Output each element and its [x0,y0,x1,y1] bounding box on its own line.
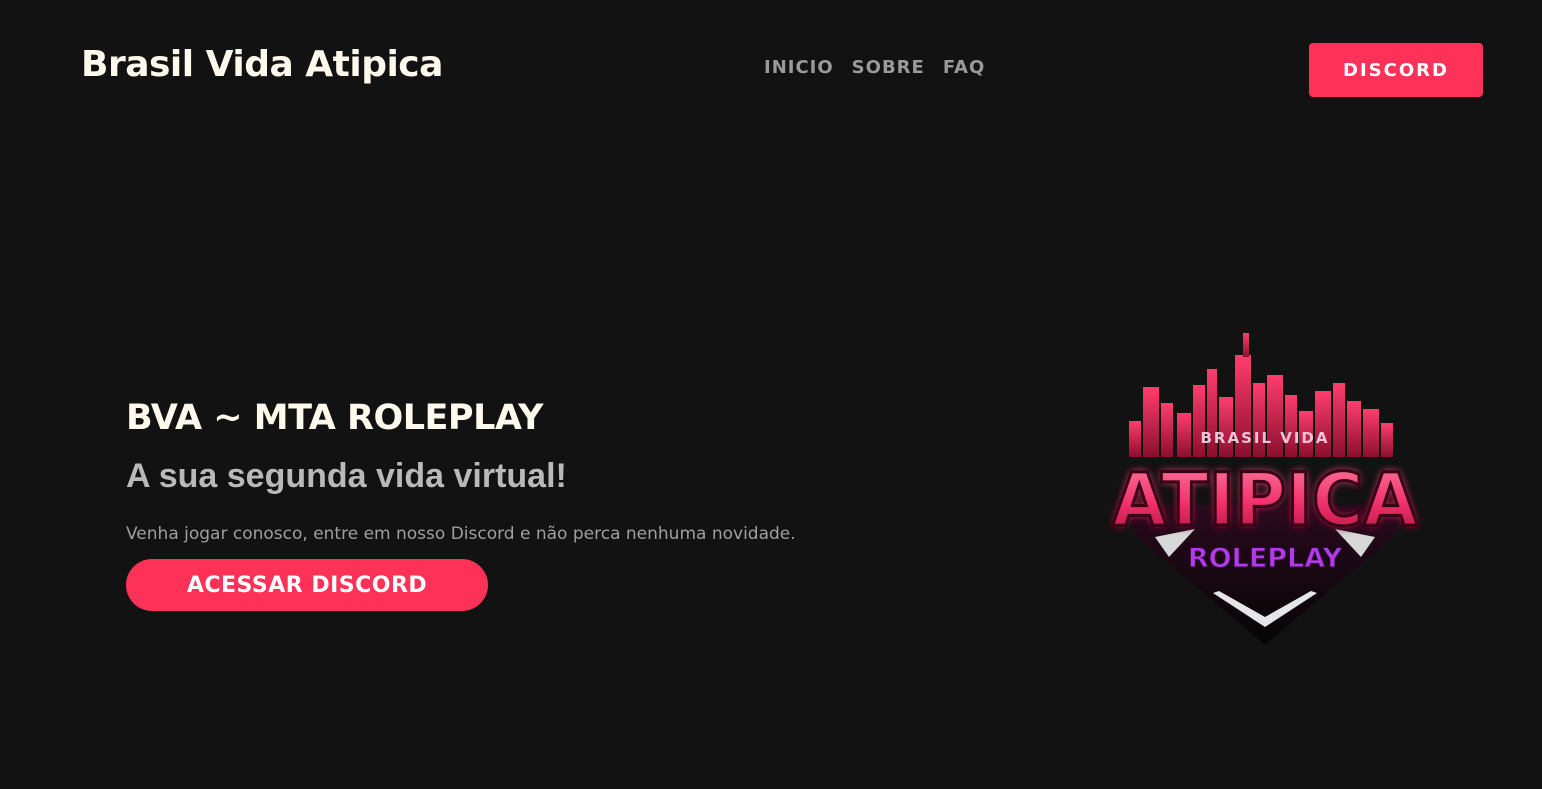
brand-title[interactable]: Brasil Vida Atipica [81,44,443,85]
nav-link-faq[interactable]: FAQ [943,57,985,78]
hero-description: Venha jogar conosco, entre em nosso Disc… [126,524,796,544]
nav-link-sobre[interactable]: SOBRE [852,57,925,78]
logo-sub-text: ROLEPLAY [1188,543,1343,574]
main-nav: INICIO SOBRE FAQ [764,57,985,78]
logo-main-text: ATIPICA [1112,456,1418,542]
access-discord-button[interactable]: ACESSAR DISCORD [126,559,488,611]
logo-top-text: BRASIL VIDA [1200,429,1329,447]
logo-graphic: BRASIL VIDA ATIPICA ROLEPLAY [1111,333,1420,645]
nav-link-inicio[interactable]: INICIO [764,57,834,78]
page: Brasil Vida Atipica INICIO SOBRE FAQ DIS… [0,0,1542,789]
discord-header-button[interactable]: DISCORD [1309,43,1483,97]
hero-title: BVA ~ MTA ROLEPLAY [126,398,543,438]
atipica-roleplay-logo: BRASIL VIDA ATIPICA ROLEPLAY [1095,325,1435,660]
hero-subtitle: A sua segunda vida virtual! [126,457,567,495]
